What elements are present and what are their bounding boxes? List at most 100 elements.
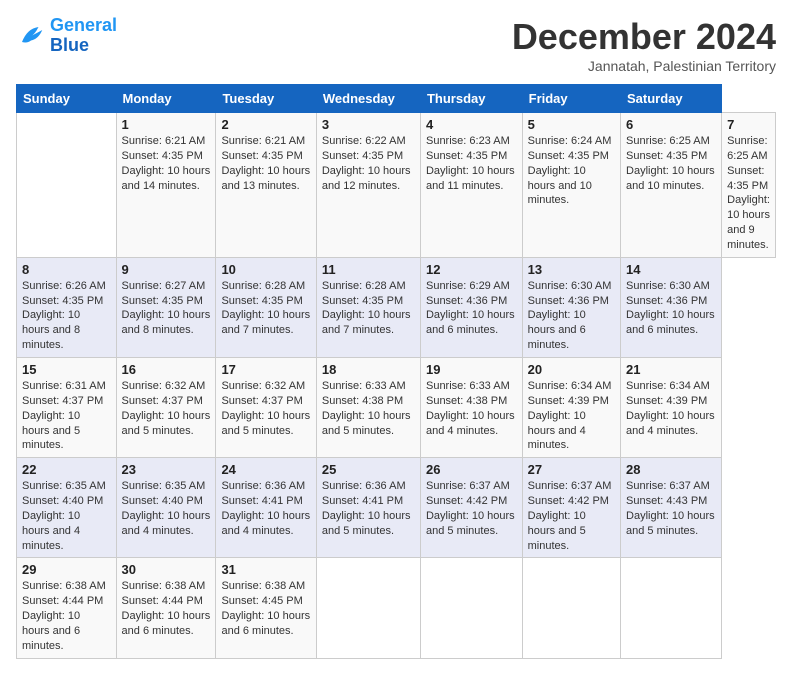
calendar-row: 8Sunrise: 6:26 AMSunset: 4:35 PMDaylight…	[17, 257, 776, 357]
cell-info: Sunrise: 6:22 AMSunset: 4:35 PMDaylight:…	[322, 134, 415, 193]
calendar-cell: 6 Sunrise: 6:25 AMSunset: 4:35 PMDaylight…	[621, 113, 722, 258]
calendar-cell: 24 Sunrise: 6:36 AMSunset: 4:41 PMDayligh…	[216, 458, 316, 558]
cell-info: Sunrise: 6:33 AMSunset: 4:38 PMDaylight:…	[426, 379, 517, 438]
cell-info: Sunrise: 6:24 AMSunset: 4:35 PMDaylight:…	[528, 134, 615, 208]
calendar-cell: 11Sunrise: 6:28 AMSunset: 4:35 PMDayligh…	[316, 257, 420, 357]
day-number: 29	[22, 562, 111, 577]
cell-info: Sunrise: 6:21 AMSunset: 4:35 PMDaylight:…	[221, 134, 310, 193]
day-number: 26	[426, 462, 517, 477]
cell-info: Sunrise: 6:32 AMSunset: 4:37 PMDaylight:…	[122, 379, 211, 438]
day-number: 27	[528, 462, 615, 477]
calendar-row: 15Sunrise: 6:31 AMSunset: 4:37 PMDayligh…	[17, 357, 776, 457]
day-number: 6	[626, 117, 716, 132]
cell-info: Sunrise: 6:25 AMSunset: 4:35 PMDaylight:…	[626, 134, 716, 193]
calendar-cell: 7 Sunrise: 6:25 AMSunset: 4:35 PMDaylight…	[722, 113, 776, 258]
location-subtitle: Jannatah, Palestinian Territory	[512, 58, 776, 74]
calendar-cell	[17, 113, 117, 258]
month-title: December 2024	[512, 16, 776, 58]
day-number: 17	[221, 362, 310, 377]
calendar-cell	[621, 558, 722, 658]
cell-info: Sunrise: 6:32 AMSunset: 4:37 PMDaylight:…	[221, 379, 310, 438]
page-header: General Blue December 2024 Jannatah, Pal…	[16, 16, 776, 74]
day-number: 12	[426, 262, 517, 277]
calendar-cell: 30 Sunrise: 6:38 AMSunset: 4:44 PMDayligh…	[116, 558, 216, 658]
calendar-cell: 15Sunrise: 6:31 AMSunset: 4:37 PMDayligh…	[17, 357, 117, 457]
day-number: 28	[626, 462, 716, 477]
cell-info: Sunrise: 6:30 AMSunset: 4:36 PMDaylight:…	[528, 279, 615, 353]
calendar-cell: 16Sunrise: 6:32 AMSunset: 4:37 PMDayligh…	[116, 357, 216, 457]
calendar-cell	[420, 558, 522, 658]
cell-info: Sunrise: 6:27 AMSunset: 4:35 PMDaylight:…	[122, 279, 211, 338]
day-number: 1	[122, 117, 211, 132]
logo-text: General Blue	[50, 16, 117, 56]
calendar-cell: 9Sunrise: 6:27 AMSunset: 4:35 PMDaylight…	[116, 257, 216, 357]
calendar-cell: 17 Sunrise: 6:32 AMSunset: 4:37 PMDayligh…	[216, 357, 316, 457]
cell-info: Sunrise: 6:30 AMSunset: 4:36 PMDaylight:…	[626, 279, 716, 338]
calendar-cell: 13 Sunrise: 6:30 AMSunset: 4:36 PMDayligh…	[522, 257, 620, 357]
header-thursday: Thursday	[420, 85, 522, 113]
header-saturday: Saturday	[621, 85, 722, 113]
calendar-cell: 8Sunrise: 6:26 AMSunset: 4:35 PMDaylight…	[17, 257, 117, 357]
day-number: 5	[528, 117, 615, 132]
cell-info: Sunrise: 6:37 AMSunset: 4:42 PMDaylight:…	[426, 479, 517, 538]
cell-info: Sunrise: 6:36 AMSunset: 4:41 PMDaylight:…	[221, 479, 310, 538]
calendar-row: 29 Sunrise: 6:38 AMSunset: 4:44 PMDayligh…	[17, 558, 776, 658]
title-block: December 2024 Jannatah, Palestinian Terr…	[512, 16, 776, 74]
calendar-cell: 1 Sunrise: 6:21 AMSunset: 4:35 PMDaylight…	[116, 113, 216, 258]
logo: General Blue	[16, 16, 117, 56]
header-wednesday: Wednesday	[316, 85, 420, 113]
calendar-cell: 2Sunrise: 6:21 AMSunset: 4:35 PMDaylight…	[216, 113, 316, 258]
calendar-cell: 26 Sunrise: 6:37 AMSunset: 4:42 PMDayligh…	[420, 458, 522, 558]
cell-info: Sunrise: 6:28 AMSunset: 4:35 PMDaylight:…	[221, 279, 310, 338]
logo-icon	[16, 21, 46, 51]
cell-info: Sunrise: 6:21 AMSunset: 4:35 PMDaylight:…	[122, 134, 211, 193]
cell-info: Sunrise: 6:33 AMSunset: 4:38 PMDaylight:…	[322, 379, 415, 438]
calendar-cell: 12 Sunrise: 6:29 AMSunset: 4:36 PMDayligh…	[420, 257, 522, 357]
header-row: Sunday Monday Tuesday Wednesday Thursday…	[17, 85, 776, 113]
cell-info: Sunrise: 6:29 AMSunset: 4:36 PMDaylight:…	[426, 279, 517, 338]
day-number: 19	[426, 362, 517, 377]
calendar-cell	[316, 558, 420, 658]
calendar-cell: 3 Sunrise: 6:22 AMSunset: 4:35 PMDaylight…	[316, 113, 420, 258]
calendar-cell: 18 Sunrise: 6:33 AMSunset: 4:38 PMDayligh…	[316, 357, 420, 457]
day-number: 31	[221, 562, 310, 577]
cell-info: Sunrise: 6:37 AMSunset: 4:42 PMDaylight:…	[528, 479, 615, 553]
calendar-row: 1 Sunrise: 6:21 AMSunset: 4:35 PMDaylight…	[17, 113, 776, 258]
calendar-cell	[522, 558, 620, 658]
day-number: 21	[626, 362, 716, 377]
calendar-cell: 19 Sunrise: 6:33 AMSunset: 4:38 PMDayligh…	[420, 357, 522, 457]
day-number: 3	[322, 117, 415, 132]
day-number: 7	[727, 117, 770, 132]
calendar-cell: 14Sunrise: 6:30 AMSunset: 4:36 PMDayligh…	[621, 257, 722, 357]
cell-info: Sunrise: 6:38 AMSunset: 4:44 PMDaylight:…	[122, 579, 211, 638]
calendar-cell: 28Sunrise: 6:37 AMSunset: 4:43 PMDayligh…	[621, 458, 722, 558]
cell-info: Sunrise: 6:28 AMSunset: 4:35 PMDaylight:…	[322, 279, 415, 338]
calendar-cell: 4Sunrise: 6:23 AMSunset: 4:35 PMDaylight…	[420, 113, 522, 258]
cell-info: Sunrise: 6:36 AMSunset: 4:41 PMDaylight:…	[322, 479, 415, 538]
cell-info: Sunrise: 6:35 AMSunset: 4:40 PMDaylight:…	[122, 479, 211, 538]
cell-info: Sunrise: 6:35 AMSunset: 4:40 PMDaylight:…	[22, 479, 111, 553]
day-number: 10	[221, 262, 310, 277]
header-tuesday: Tuesday	[216, 85, 316, 113]
cell-info: Sunrise: 6:38 AMSunset: 4:44 PMDaylight:…	[22, 579, 111, 653]
header-monday: Monday	[116, 85, 216, 113]
cell-info: Sunrise: 6:25 AMSunset: 4:35 PMDaylight:…	[727, 134, 770, 253]
calendar-row: 22 Sunrise: 6:35 AMSunset: 4:40 PMDayligh…	[17, 458, 776, 558]
calendar-cell: 21Sunrise: 6:34 AMSunset: 4:39 PMDayligh…	[621, 357, 722, 457]
calendar-cell: 31Sunrise: 6:38 AMSunset: 4:45 PMDayligh…	[216, 558, 316, 658]
day-number: 20	[528, 362, 615, 377]
day-number: 30	[122, 562, 211, 577]
cell-info: Sunrise: 6:26 AMSunset: 4:35 PMDaylight:…	[22, 279, 111, 353]
day-number: 25	[322, 462, 415, 477]
day-number: 18	[322, 362, 415, 377]
day-number: 13	[528, 262, 615, 277]
day-number: 23	[122, 462, 211, 477]
day-number: 24	[221, 462, 310, 477]
day-number: 22	[22, 462, 111, 477]
calendar-cell: 20Sunrise: 6:34 AMSunset: 4:39 PMDayligh…	[522, 357, 620, 457]
calendar-cell: 10 Sunrise: 6:28 AMSunset: 4:35 PMDayligh…	[216, 257, 316, 357]
header-sunday: Sunday	[17, 85, 117, 113]
calendar-cell: 5 Sunrise: 6:24 AMSunset: 4:35 PMDaylight…	[522, 113, 620, 258]
calendar-table: Sunday Monday Tuesday Wednesday Thursday…	[16, 84, 776, 659]
calendar-cell: 23 Sunrise: 6:35 AMSunset: 4:40 PMDayligh…	[116, 458, 216, 558]
